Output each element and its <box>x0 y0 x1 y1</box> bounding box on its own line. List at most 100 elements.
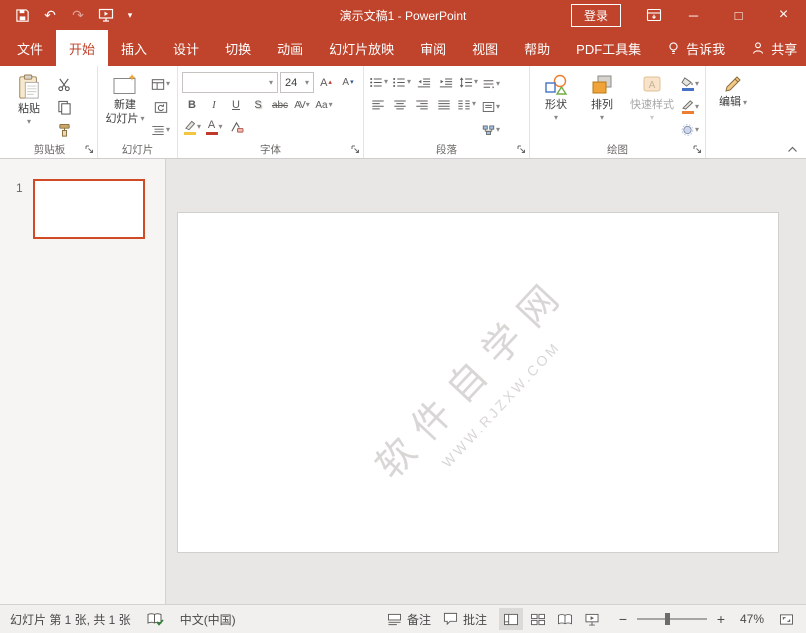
slide-editing-surface[interactable]: 软件自学网 WWW.RJZXW.COM <box>177 212 779 553</box>
reset-slide-button[interactable] <box>150 97 171 117</box>
paragraph-rows: ▾ ▾ ▾ ▾ <box>368 68 479 142</box>
zoom-level[interactable]: 47% <box>740 612 764 626</box>
editing-button[interactable]: 编辑 ▾ <box>710 68 756 142</box>
font-dialog-launcher[interactable] <box>350 144 361 155</box>
tab-transitions[interactable]: 切换 <box>212 30 264 66</box>
quick-styles-button[interactable]: A 快速样式 ▾ <box>626 68 678 142</box>
svg-text:A: A <box>649 80 656 91</box>
chevron-down-icon: ▾ <box>695 102 700 111</box>
shrink-font-button[interactable]: A ▾ <box>338 73 358 93</box>
bullets-button[interactable]: ▾ <box>368 72 389 92</box>
close-button[interactable]: × <box>761 0 806 30</box>
shape-fill-button[interactable]: ▾ <box>680 74 700 94</box>
numbering-button[interactable]: ▾ <box>391 72 412 92</box>
spell-check-button[interactable] <box>147 612 164 627</box>
undo-icon: ↶ <box>44 6 56 23</box>
character-spacing-icon: AV <box>294 99 306 111</box>
chevron-down-icon: ▾ <box>127 9 133 20</box>
align-left-button[interactable] <box>368 94 388 114</box>
align-right-button[interactable] <box>412 94 432 114</box>
columns-button[interactable]: ▾ <box>456 94 477 114</box>
underline-button[interactable]: U <box>226 95 246 115</box>
ribbon-display-options-button[interactable] <box>637 0 671 30</box>
character-spacing-button[interactable]: AV ▾ <box>292 95 312 115</box>
minimize-button[interactable]: ─ <box>671 0 716 30</box>
dialog-launcher-icon <box>693 145 701 153</box>
shapes-button[interactable]: 形状 ▾ <box>534 68 578 142</box>
align-text-button[interactable]: ▾ <box>481 97 501 117</box>
quick-styles-label: 快速样式 <box>630 99 674 111</box>
save-button[interactable] <box>8 3 36 27</box>
text-shadow-button[interactable]: S <box>248 95 268 115</box>
share-button[interactable]: 共享 <box>738 30 806 66</box>
maximize-button[interactable]: □ <box>716 0 761 30</box>
comments-button[interactable]: 批注 <box>443 611 487 628</box>
convert-to-smartart-button[interactable]: ▾ <box>481 120 501 140</box>
shape-outline-button[interactable]: ▾ <box>680 97 700 117</box>
customize-qat-button[interactable]: ▾ <box>120 3 140 27</box>
tab-file[interactable]: 文件 <box>4 30 56 66</box>
bold-button[interactable]: B <box>182 95 202 115</box>
decrease-indent-button[interactable] <box>414 72 434 92</box>
zoom-out-button[interactable]: − <box>616 611 630 627</box>
clear-formatting-button[interactable] <box>226 117 246 137</box>
copy-button[interactable] <box>54 97 74 117</box>
tab-home[interactable]: 开始 <box>56 30 109 66</box>
slide-sorter-view-button[interactable] <box>526 608 550 630</box>
tab-insert[interactable]: 插入 <box>108 30 160 66</box>
new-slide-button[interactable]: 新建 幻灯片 ▾ <box>102 68 148 142</box>
chevron-down-icon: ▾ <box>218 122 223 131</box>
format-painter-button[interactable] <box>54 120 74 140</box>
lightbulb-icon <box>669 41 678 54</box>
tab-help[interactable]: 帮助 <box>511 30 563 66</box>
align-left-icon <box>372 100 384 109</box>
font-size-select[interactable]: 24 ▾ <box>280 72 314 93</box>
tab-design[interactable]: 设计 <box>160 30 212 66</box>
increase-indent-button[interactable] <box>436 72 456 92</box>
grow-font-button[interactable]: A ▴ <box>316 73 336 93</box>
line-spacing-button[interactable]: ▾ <box>458 72 479 92</box>
login-button[interactable]: 登录 <box>570 3 621 27</box>
tab-view[interactable]: 视图 <box>459 30 511 66</box>
zoom-slider-thumb[interactable] <box>664 613 670 625</box>
zoom-slider[interactable] <box>636 613 707 625</box>
new-slide-label-line1: 新建 <box>114 99 136 111</box>
fit-to-window-button[interactable] <box>776 608 796 630</box>
align-center-button[interactable] <box>390 94 410 114</box>
font-name-select[interactable]: ▾ <box>182 72 278 93</box>
shape-effects-button[interactable]: ▾ <box>680 120 700 140</box>
slides-group: 新建 幻灯片 ▾ ▾ ▾ 幻灯片 <box>98 66 178 158</box>
paste-button[interactable]: 粘贴 ▾ <box>6 68 52 142</box>
italic-button[interactable]: I <box>204 95 224 115</box>
reading-view-button[interactable] <box>553 608 577 630</box>
notes-button[interactable]: 备注 <box>387 611 431 628</box>
text-highlight-color-button[interactable]: ▾ <box>182 117 202 137</box>
change-case-button[interactable]: Aa ▾ <box>314 95 334 115</box>
undo-button[interactable]: ↶ <box>36 3 64 27</box>
tab-review[interactable]: 审阅 <box>407 30 459 66</box>
text-direction-button[interactable]: ▾ <box>481 74 501 94</box>
start-slideshow-button[interactable] <box>92 3 120 27</box>
collapse-ribbon-button[interactable] <box>787 146 798 153</box>
slide-layout-button[interactable]: ▾ <box>150 74 171 94</box>
tab-animations[interactable]: 动画 <box>264 30 316 66</box>
slide-thumbnail[interactable] <box>33 179 145 239</box>
tab-slideshow[interactable]: 幻灯片放映 <box>316 30 407 66</box>
cut-button[interactable] <box>54 74 74 94</box>
normal-view-button[interactable] <box>498 608 523 630</box>
tab-pdf-tools[interactable]: PDF工具集 <box>563 30 654 66</box>
redo-button[interactable]: ↷ <box>64 3 92 27</box>
section-button[interactable]: ▾ <box>150 120 171 140</box>
justify-button[interactable] <box>434 94 454 114</box>
paragraph-dialog-launcher[interactable] <box>516 144 527 155</box>
paragraph-group-label: 段落 <box>436 144 457 156</box>
clipboard-dialog-launcher[interactable] <box>84 144 95 155</box>
tell-me-button[interactable]: 告诉我 <box>654 30 738 66</box>
slideshow-view-button[interactable] <box>580 608 604 630</box>
language-indicator[interactable]: 中文(中国) <box>180 611 236 628</box>
zoom-in-button[interactable]: + <box>714 611 728 627</box>
font-color-button[interactable]: A ▾ <box>204 117 224 137</box>
drawing-dialog-launcher[interactable] <box>692 144 703 155</box>
arrange-button[interactable]: 排列 ▾ <box>580 68 624 142</box>
strikethrough-button[interactable]: abc <box>270 95 290 115</box>
